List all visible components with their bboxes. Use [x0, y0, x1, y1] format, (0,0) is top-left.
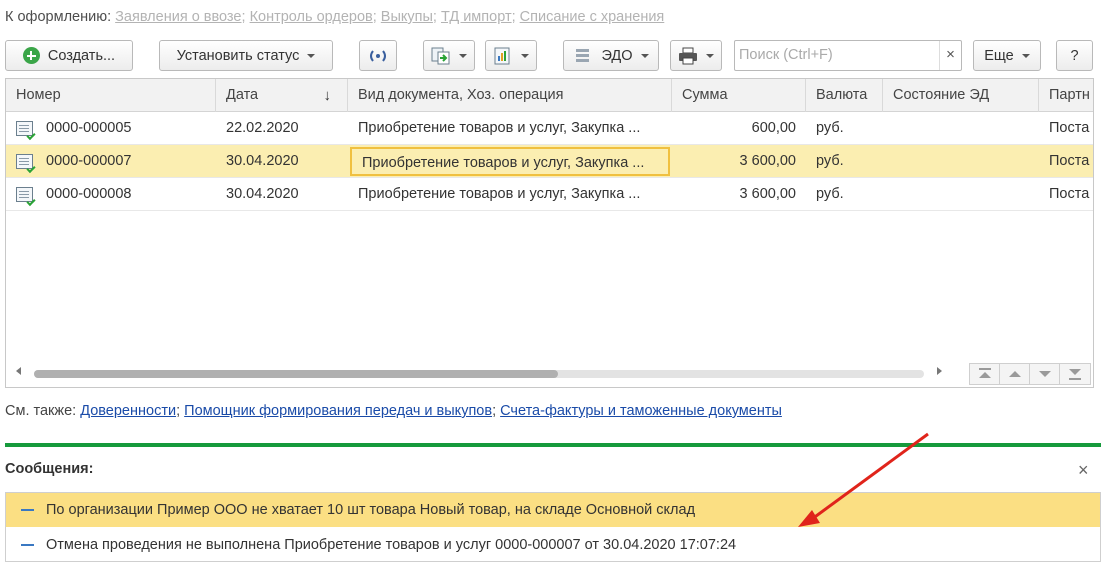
pending-links-prefix: К оформлению:	[5, 9, 112, 25]
chevron-down-icon	[1021, 53, 1030, 58]
create-based-on-icon	[431, 47, 450, 64]
search-box: Поиск (Ctrl+F) ×	[734, 40, 962, 71]
more-button[interactable]: Еще	[973, 40, 1041, 71]
posted-document-icon	[16, 187, 33, 202]
reports-icon	[494, 47, 510, 64]
cell-sum: 3 600,00	[739, 153, 796, 169]
cell-document-type: Приобретение товаров и услуг, Закупка ..…	[358, 186, 641, 202]
scroll-left-icon[interactable]	[16, 367, 21, 375]
chevron-down-icon	[307, 53, 316, 58]
edo-button[interactable]: ЭДО	[563, 40, 659, 71]
clear-search-button[interactable]: ×	[939, 41, 961, 70]
cell-document-type: Приобретение товаров и услуг, Закупка ..…	[358, 120, 641, 136]
scroll-right-icon[interactable]	[937, 367, 942, 375]
reports-button[interactable]	[485, 40, 537, 71]
cell-ed-state	[883, 145, 1039, 178]
cell-sum: 600,00	[751, 120, 796, 136]
message-dash-icon	[21, 544, 34, 546]
column-header-sum[interactable]: Сумма	[672, 79, 806, 112]
broadcast-button[interactable]	[359, 40, 397, 71]
create-based-on-button[interactable]	[423, 40, 475, 71]
posted-document-icon	[16, 154, 33, 169]
cell-partner: Поста	[1049, 153, 1090, 169]
documents-table: Номер Дата ↓ Вид документа, Хоз. операци…	[5, 78, 1094, 388]
column-header-number[interactable]: Номер	[6, 79, 216, 112]
link-transfer-assistant[interactable]: Помощник формирования передач и выкупов	[184, 403, 492, 419]
arrow-up-icon	[1009, 371, 1021, 377]
cell-number: 0000-000007	[46, 153, 132, 169]
cell-document-type-focused[interactable]: Приобретение товаров и услуг, Закупка ..…	[350, 147, 670, 176]
help-button[interactable]: ?	[1056, 40, 1093, 71]
cell-ed-state	[883, 178, 1039, 211]
chevron-down-icon	[459, 53, 467, 58]
link-order-control[interactable]: Контроль ордеров	[250, 9, 373, 25]
link-invoices-customs[interactable]: Счета-фактуры и таможенные документы	[500, 403, 782, 419]
close-messages-button[interactable]: ×	[1078, 460, 1089, 481]
row-navigation	[969, 363, 1091, 385]
table-header: Номер Дата ↓ Вид документа, Хоз. операци…	[6, 79, 1093, 112]
go-first-button[interactable]	[970, 364, 1000, 384]
messages-title: Сообщения:	[5, 461, 94, 477]
link-buyouts[interactable]: Выкупы	[381, 9, 433, 25]
edo-icon	[576, 48, 590, 62]
chevron-down-icon	[706, 53, 714, 58]
cell-ed-state	[883, 112, 1039, 145]
column-header-document-type[interactable]: Вид документа, Хоз. операция	[348, 79, 672, 112]
column-header-ed-state[interactable]: Состояние ЭД	[883, 79, 1039, 112]
table-row[interactable]: 0000-000005 22.02.2020 Приобретение това…	[6, 112, 1093, 145]
cell-number: 0000-000005	[46, 120, 132, 136]
message-item[interactable]: По организации Пример ООО не хватает 10 …	[6, 493, 1100, 527]
column-header-date[interactable]: Дата ↓	[216, 79, 348, 112]
scroll-thumb[interactable]	[34, 370, 558, 378]
pending-links-bar: К оформлению: Заявления о ввозе; Контрол…	[5, 9, 665, 25]
plus-icon	[22, 47, 40, 64]
broadcast-icon	[370, 49, 386, 62]
toolbar: Создать... Установить статус ЭДО Поиск (…	[5, 40, 1101, 71]
link-import-applications[interactable]: Заявления о ввозе	[115, 9, 241, 25]
message-dash-icon	[21, 509, 34, 511]
column-header-currency[interactable]: Валюта	[806, 79, 883, 112]
horizontal-scrollbar[interactable]	[6, 361, 1093, 387]
set-status-button[interactable]: Установить статус	[159, 40, 333, 71]
cell-currency: руб.	[816, 186, 844, 202]
table-row[interactable]: 0000-000008 30.04.2020 Приобретение това…	[6, 178, 1093, 211]
link-storage-writeoff[interactable]: Списание с хранения	[520, 9, 665, 25]
messages-list: По организации Пример ООО не хватает 10 …	[5, 492, 1101, 562]
printer-icon	[679, 47, 697, 64]
go-up-button[interactable]	[1000, 364, 1030, 384]
go-first-icon	[979, 372, 991, 378]
cell-number: 0000-000008	[46, 186, 132, 202]
print-button[interactable]	[670, 40, 722, 71]
see-also-bar: См. также: Доверенности; Помощник формир…	[5, 403, 782, 419]
go-last-button[interactable]	[1060, 364, 1090, 384]
message-item[interactable]: Отмена проведения не выполнена Приобрете…	[6, 528, 1100, 562]
go-down-button[interactable]	[1030, 364, 1060, 384]
cell-date: 30.04.2020	[226, 186, 299, 202]
go-last-icon	[1069, 369, 1081, 375]
posted-document-icon	[16, 121, 33, 136]
cell-date: 22.02.2020	[226, 120, 299, 136]
search-input[interactable]: Поиск (Ctrl+F)	[735, 41, 939, 70]
see-also-prefix: См. также:	[5, 403, 77, 419]
messages-divider[interactable]	[5, 443, 1101, 447]
cell-date: 30.04.2020	[226, 153, 299, 169]
column-header-partner[interactable]: Партн	[1039, 79, 1093, 112]
chevron-down-icon	[640, 53, 649, 58]
link-powers-of-attorney[interactable]: Доверенности	[80, 403, 176, 419]
cell-partner: Поста	[1049, 186, 1090, 202]
cell-partner: Поста	[1049, 120, 1090, 136]
cell-currency: руб.	[816, 120, 844, 136]
cell-currency: руб.	[816, 153, 844, 169]
create-button[interactable]: Создать...	[5, 40, 133, 71]
arrow-down-icon	[1039, 371, 1051, 377]
cell-sum: 3 600,00	[739, 186, 796, 202]
sort-descending-icon: ↓	[323, 87, 332, 104]
link-customs-import[interactable]: ТД импорт	[441, 9, 512, 25]
table-row-selected[interactable]: 0000-000007 30.04.2020 Приобретение това…	[6, 145, 1093, 178]
chevron-down-icon	[521, 53, 529, 58]
